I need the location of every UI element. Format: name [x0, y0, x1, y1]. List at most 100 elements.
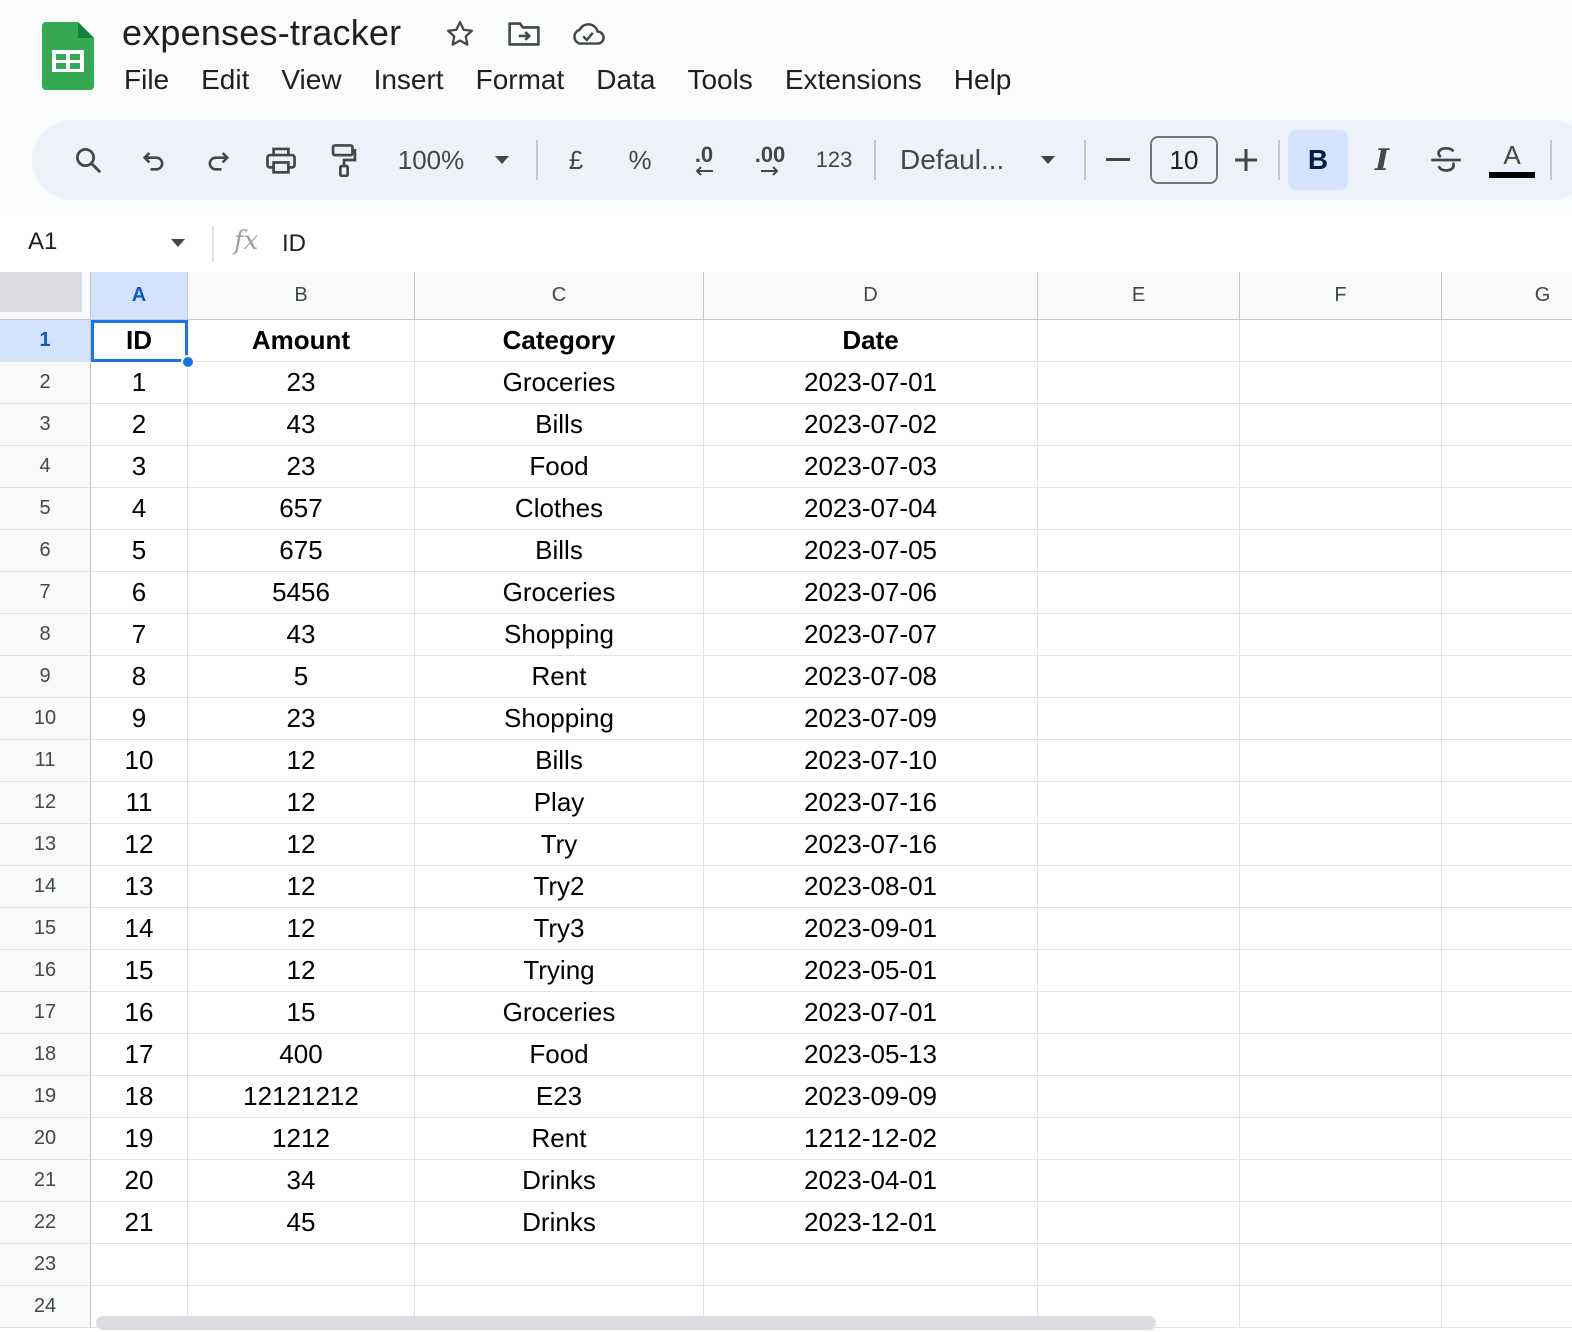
cell-e6[interactable] — [1038, 530, 1240, 572]
cell-f14[interactable] — [1240, 866, 1442, 908]
cell-c9[interactable]: Rent — [415, 656, 704, 698]
decrease-decimal-button[interactable]: .0 — [680, 120, 728, 200]
cell-f18[interactable] — [1240, 1034, 1442, 1076]
cell-d8[interactable]: 2023-07-07 — [704, 614, 1038, 656]
font-size-input[interactable]: 10 — [1150, 136, 1218, 184]
cell-e15[interactable] — [1038, 908, 1240, 950]
cell-c6[interactable]: Bills — [415, 530, 704, 572]
row-header-6[interactable]: 6 — [0, 530, 91, 572]
cell-g5[interactable] — [1442, 488, 1572, 530]
paint-format-icon[interactable] — [322, 120, 366, 200]
cell-d6[interactable]: 2023-07-05 — [704, 530, 1038, 572]
cell-c12[interactable]: Play — [415, 782, 704, 824]
cell-g23[interactable] — [1442, 1244, 1572, 1286]
cell-c19[interactable]: E23 — [415, 1076, 704, 1118]
more-formats-button[interactable]: 123 — [810, 120, 858, 200]
cell-e1[interactable] — [1038, 320, 1240, 362]
cell-g8[interactable] — [1442, 614, 1572, 656]
cell-b1[interactable]: Amount — [188, 320, 415, 362]
cell-b8[interactable]: 43 — [188, 614, 415, 656]
cell-a6[interactable]: 5 — [91, 530, 188, 572]
cell-g6[interactable] — [1442, 530, 1572, 572]
cell-a20[interactable]: 19 — [91, 1118, 188, 1160]
cell-c11[interactable]: Bills — [415, 740, 704, 782]
cell-d9[interactable]: 2023-07-08 — [704, 656, 1038, 698]
cell-f22[interactable] — [1240, 1202, 1442, 1244]
cell-d10[interactable]: 2023-07-09 — [704, 698, 1038, 740]
cell-f11[interactable] — [1240, 740, 1442, 782]
menu-view[interactable]: View — [265, 62, 357, 102]
cell-d22[interactable]: 2023-12-01 — [704, 1202, 1038, 1244]
cell-g2[interactable] — [1442, 362, 1572, 404]
cell-d20[interactable]: 1212-12-02 — [704, 1118, 1038, 1160]
cell-d13[interactable]: 2023-07-16 — [704, 824, 1038, 866]
cell-d3[interactable]: 2023-07-02 — [704, 404, 1038, 446]
cell-d16[interactable]: 2023-05-01 — [704, 950, 1038, 992]
cell-b4[interactable]: 23 — [188, 446, 415, 488]
row-header-2[interactable]: 2 — [0, 362, 91, 404]
column-header-e[interactable]: E — [1038, 272, 1240, 320]
italic-button[interactable]: I — [1362, 120, 1402, 200]
cell-e16[interactable] — [1038, 950, 1240, 992]
cell-e14[interactable] — [1038, 866, 1240, 908]
cell-a11[interactable]: 10 — [91, 740, 188, 782]
cell-a18[interactable]: 17 — [91, 1034, 188, 1076]
cell-c10[interactable]: Shopping — [415, 698, 704, 740]
cell-g14[interactable] — [1442, 866, 1572, 908]
cell-b16[interactable]: 12 — [188, 950, 415, 992]
cell-b12[interactable]: 12 — [188, 782, 415, 824]
row-header-12[interactable]: 12 — [0, 782, 91, 824]
cell-b22[interactable]: 45 — [188, 1202, 415, 1244]
cell-a21[interactable]: 20 — [91, 1160, 188, 1202]
cell-b21[interactable]: 34 — [188, 1160, 415, 1202]
cell-a23[interactable] — [91, 1244, 188, 1286]
sheets-logo-icon[interactable] — [42, 22, 94, 90]
cell-g13[interactable] — [1442, 824, 1572, 866]
cell-f10[interactable] — [1240, 698, 1442, 740]
cell-d1[interactable]: Date — [704, 320, 1038, 362]
cell-f4[interactable] — [1240, 446, 1442, 488]
cell-f24[interactable] — [1240, 1286, 1442, 1328]
cell-g7[interactable] — [1442, 572, 1572, 614]
cell-e9[interactable] — [1038, 656, 1240, 698]
percent-format-button[interactable]: % — [618, 120, 662, 200]
cell-a22[interactable]: 21 — [91, 1202, 188, 1244]
cell-d15[interactable]: 2023-09-01 — [704, 908, 1038, 950]
row-header-19[interactable]: 19 — [0, 1076, 91, 1118]
cell-d7[interactable]: 2023-07-06 — [704, 572, 1038, 614]
cell-c3[interactable]: Bills — [415, 404, 704, 446]
cell-b14[interactable]: 12 — [188, 866, 415, 908]
cell-d19[interactable]: 2023-09-09 — [704, 1076, 1038, 1118]
row-header-4[interactable]: 4 — [0, 446, 91, 488]
redo-icon[interactable] — [196, 120, 240, 200]
cell-a7[interactable]: 6 — [91, 572, 188, 614]
cell-b15[interactable]: 12 — [188, 908, 415, 950]
cell-f16[interactable] — [1240, 950, 1442, 992]
currency-format-button[interactable]: £ — [554, 120, 598, 200]
cell-g22[interactable] — [1442, 1202, 1572, 1244]
menu-extensions[interactable]: Extensions — [769, 62, 938, 102]
menu-format[interactable]: Format — [460, 62, 581, 102]
cell-c22[interactable]: Drinks — [415, 1202, 704, 1244]
cell-f8[interactable] — [1240, 614, 1442, 656]
cell-b20[interactable]: 1212 — [188, 1118, 415, 1160]
cell-c4[interactable]: Food — [415, 446, 704, 488]
row-header-5[interactable]: 5 — [0, 488, 91, 530]
cell-a4[interactable]: 3 — [91, 446, 188, 488]
cell-b9[interactable]: 5 — [188, 656, 415, 698]
cell-a15[interactable]: 14 — [91, 908, 188, 950]
cell-b19[interactable]: 12121212 — [188, 1076, 415, 1118]
cell-d4[interactable]: 2023-07-03 — [704, 446, 1038, 488]
column-header-c[interactable]: C — [415, 272, 704, 320]
increase-decimal-button[interactable]: .00 — [742, 120, 798, 200]
cell-c21[interactable]: Drinks — [415, 1160, 704, 1202]
cell-g15[interactable] — [1442, 908, 1572, 950]
cell-e5[interactable] — [1038, 488, 1240, 530]
formula-input[interactable]: ID — [282, 230, 306, 258]
cell-f20[interactable] — [1240, 1118, 1442, 1160]
cell-c15[interactable]: Try3 — [415, 908, 704, 950]
menu-data[interactable]: Data — [580, 62, 671, 102]
cell-a3[interactable]: 2 — [91, 404, 188, 446]
print-icon[interactable] — [258, 120, 304, 200]
cell-g12[interactable] — [1442, 782, 1572, 824]
